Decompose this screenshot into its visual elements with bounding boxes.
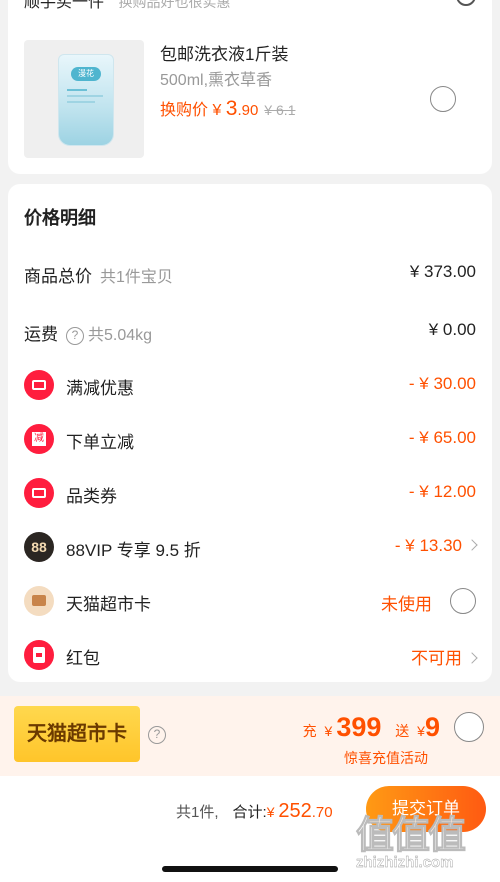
product-spec: 500ml,熏衣草香 bbox=[160, 72, 273, 89]
question-icon[interactable]: ? bbox=[148, 726, 166, 744]
site-watermark: 值值值 zhizhizhi.com bbox=[350, 800, 500, 882]
recharge-amount: 399 bbox=[336, 712, 382, 742]
total-label: 合计: bbox=[232, 804, 267, 821]
instant-discount-label: 下单立减 bbox=[66, 433, 134, 452]
category-coupon-label: 品类券 bbox=[66, 487, 117, 506]
question-icon[interactable]: ? bbox=[66, 327, 84, 345]
price-integer: 3 bbox=[225, 97, 238, 120]
recharge-radio[interactable] bbox=[454, 712, 484, 742]
reduce-badge-icon: 减 bbox=[24, 424, 54, 454]
row-tmall-card[interactable]: 天猫超市卡 未使用 bbox=[8, 586, 492, 616]
item-count: 共1件, bbox=[176, 804, 219, 821]
detergent-bag-illustration: 漫花 bbox=[58, 54, 114, 146]
shipping-value: ¥ 0.00 bbox=[428, 320, 476, 339]
addon-select-radio[interactable] bbox=[430, 86, 456, 112]
vip-discount-label: 88VIP 专享 9.5 折 bbox=[66, 541, 201, 560]
goods-count: 共1件宝贝 bbox=[100, 269, 173, 286]
total-integer: 252 bbox=[278, 800, 312, 822]
category-coupon-value: - ¥ 12.00 bbox=[408, 482, 476, 501]
chevron-right-icon bbox=[466, 539, 478, 551]
ticket-icon bbox=[24, 478, 54, 508]
full-reduction-value: - ¥ 30.00 bbox=[408, 374, 476, 393]
tmall-card-status: 未使用 bbox=[381, 595, 432, 614]
red-packet-status: 不可用 bbox=[411, 644, 478, 669]
tmall-card-badge[interactable]: 天猫超市卡 bbox=[14, 706, 140, 762]
home-indicator[interactable] bbox=[162, 866, 338, 872]
bag-logo: 漫花 bbox=[71, 67, 101, 81]
order-total: 共1件, 合计:¥ 252.70 bbox=[176, 800, 333, 822]
recharge-promo-bar: 天猫超市卡 ? 充 ¥399 送 ¥9 惊喜充值活动 bbox=[0, 696, 500, 776]
ticket-icon bbox=[24, 370, 54, 400]
price-detail-title: 价格明细 bbox=[24, 208, 96, 228]
price-prefix: 换购价 ¥ bbox=[160, 102, 226, 119]
info-icon[interactable] bbox=[456, 0, 476, 6]
total-cents: .70 bbox=[311, 804, 333, 821]
row-instant-discount: 减 下单立减 - ¥ 65.00 bbox=[8, 424, 492, 454]
row-category-coupon: 品类券 - ¥ 12.00 bbox=[8, 478, 492, 508]
card-icon bbox=[24, 586, 54, 616]
price-detail-card: 价格明细 商品总价 共1件宝贝 ¥ 373.00 运费? 共5.04kg ¥ 0.0… bbox=[8, 184, 492, 682]
addon-product-card: 顺手买一件 换购品好也很实惠 漫花 包邮洗衣液1斤装 500ml,熏衣草香 换购… bbox=[8, 0, 492, 174]
row-red-packet[interactable]: 红包 不可用 bbox=[8, 640, 492, 670]
recharge-note: 惊喜充值活动 bbox=[344, 750, 428, 766]
shipping-weight: 共5.04kg bbox=[88, 327, 153, 344]
instant-discount-value: - ¥ 65.00 bbox=[408, 428, 476, 447]
row-full-reduction: 满减优惠 - ¥ 30.00 bbox=[8, 370, 492, 400]
addon-header-title: 顺手买一件 bbox=[24, 0, 105, 11]
vip-discount-value: - ¥ 13.30 bbox=[395, 536, 478, 556]
product-title[interactable]: 包邮洗衣液1斤装 bbox=[160, 40, 288, 65]
product-image[interactable]: 漫花 bbox=[24, 40, 144, 158]
watermark-url: zhizhizhi.com bbox=[356, 854, 454, 871]
shipping-label: 运费? 共5.04kg bbox=[24, 325, 153, 345]
addon-header-subtitle: 换购品好也很实惠 bbox=[118, 0, 231, 10]
chevron-right-icon bbox=[466, 652, 478, 664]
watermark-logo: 值值值 bbox=[355, 815, 466, 858]
gift-amount: 9 bbox=[424, 712, 440, 742]
tmall-card-label: 天猫超市卡 bbox=[66, 595, 151, 614]
goods-total-label: 商品总价 共1件宝贝 bbox=[24, 267, 173, 286]
price-cents: .90 bbox=[237, 102, 259, 119]
full-reduction-label: 满减优惠 bbox=[66, 379, 134, 398]
row-shipping: 运费? 共5.04kg ¥ 0.00 bbox=[8, 316, 492, 346]
row-goods-total: 商品总价 共1件宝贝 ¥ 373.00 bbox=[8, 258, 492, 288]
vip-88-icon: 88 bbox=[24, 532, 54, 562]
row-88vip[interactable]: 88 88VIP 专享 9.5 折 - ¥ 13.30 bbox=[8, 532, 492, 562]
product-price: 换购价 ¥ 3.90 ¥ 6.1 bbox=[160, 96, 295, 121]
tmall-card-radio[interactable] bbox=[450, 588, 476, 614]
red-envelope-icon bbox=[24, 640, 54, 670]
original-price: ¥ 6.1 bbox=[264, 102, 296, 118]
goods-total-value: ¥ 373.00 bbox=[409, 262, 476, 281]
red-packet-label: 红包 bbox=[66, 649, 100, 668]
addon-header: 顺手买一件 换购品好也很实惠 bbox=[24, 0, 230, 12]
recharge-offer: 充 ¥399 送 ¥9 bbox=[302, 712, 440, 742]
